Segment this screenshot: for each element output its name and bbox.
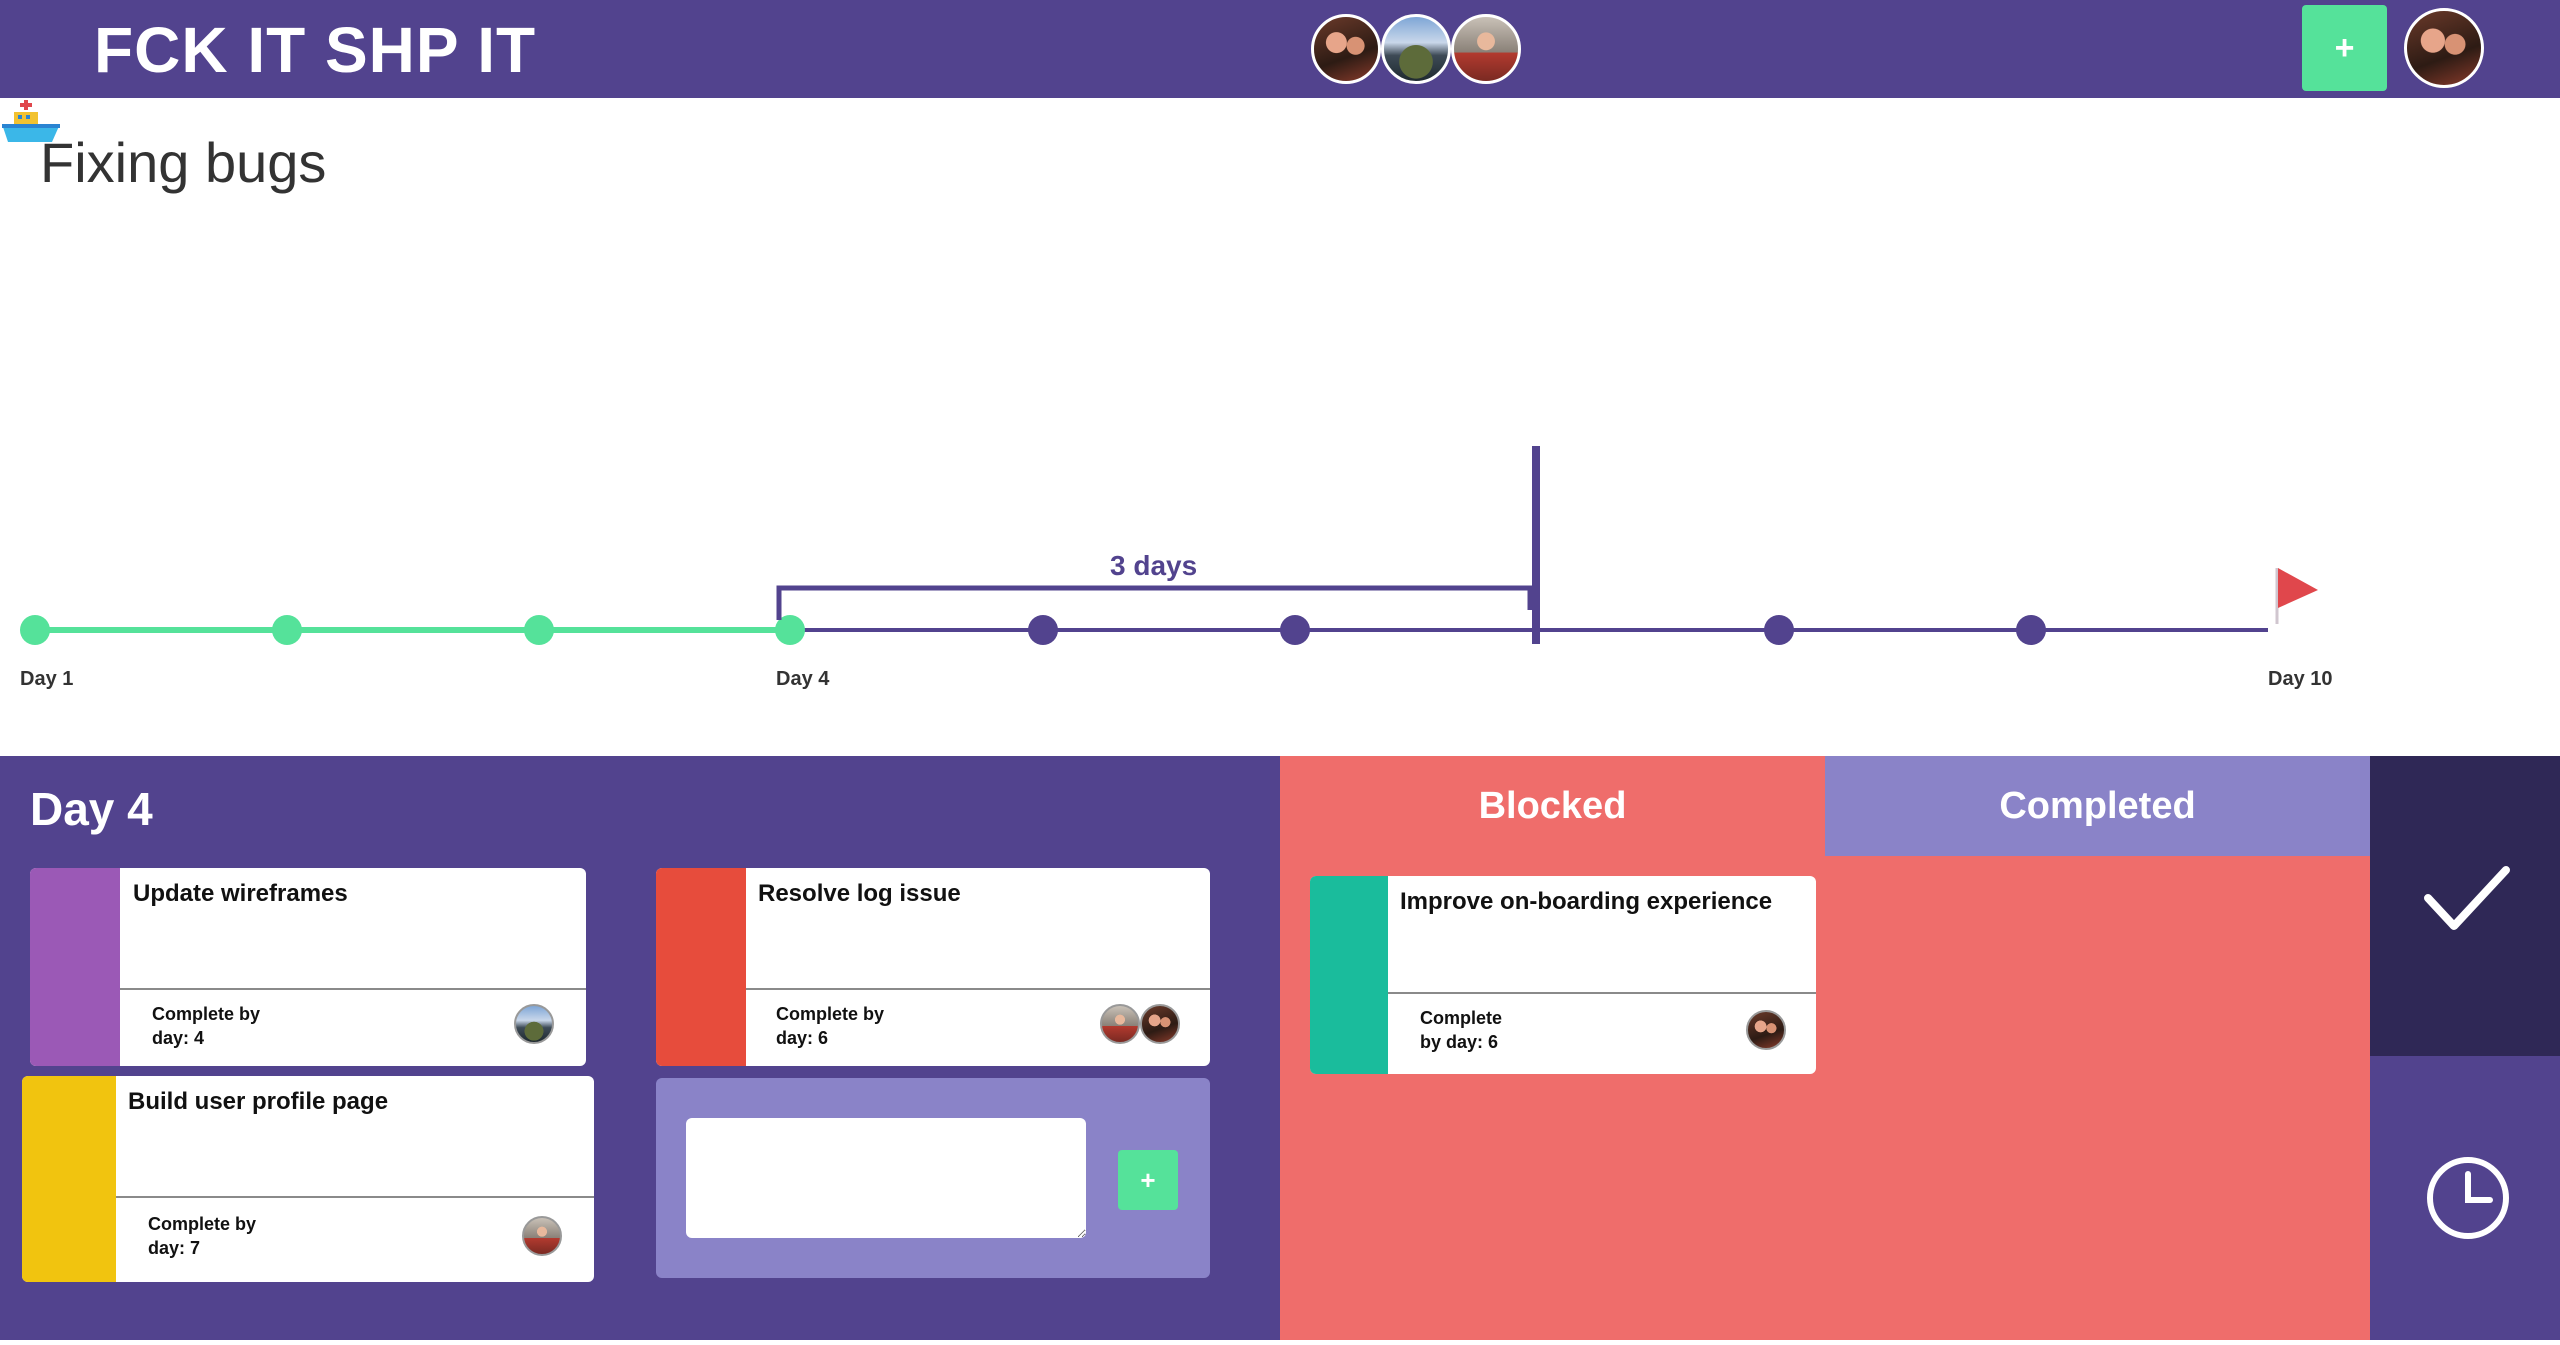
clock-icon — [2427, 1157, 2509, 1239]
task-due-line: Complete — [1420, 1008, 1503, 1028]
task-due-line: by day: 6 — [1420, 1032, 1499, 1052]
timeline-end-label: Day 10 — [2268, 668, 2333, 690]
add-task-button[interactable]: + — [1118, 1150, 1178, 1210]
top-bar: FCK IT SHP IT + — [0, 0, 2560, 98]
task-card[interactable]: Resolve log issue Complete by day: 6 — [656, 868, 1210, 1066]
timeline-current-label: Day 4 — [776, 668, 830, 690]
timeline-day-dot[interactable] — [20, 615, 50, 645]
new-task-form: + — [656, 1078, 1210, 1278]
timeline-start-label: Day 1 — [20, 668, 74, 690]
span-label: 3 days — [1110, 550, 1198, 581]
task-title: Build user profile page — [128, 1088, 389, 1115]
history-button[interactable] — [2370, 1056, 2560, 1340]
assignee-avatar[interactable] — [1100, 1004, 1140, 1044]
timeline: Day 1 Day 4 Day 10 3 days — [0, 98, 2560, 756]
tab-blocked[interactable]: Blocked — [1280, 756, 1825, 856]
task-due-line: Complete by — [152, 1004, 261, 1024]
timeline-day-dot[interactable] — [2016, 615, 2046, 645]
assignee-avatar[interactable] — [522, 1216, 562, 1256]
task-due-line: day: 4 — [152, 1028, 205, 1048]
span-bracket — [776, 585, 1533, 620]
task-title: Improve on-boarding experience — [1400, 888, 1773, 915]
add-project-button[interactable]: + — [2302, 5, 2387, 91]
task-title: Update wireframes — [133, 880, 348, 907]
status-panel: Blocked Completed Improve on-boarding ex… — [1280, 756, 2370, 1340]
tab-completed[interactable]: Completed — [1825, 756, 2370, 856]
task-card[interactable]: Improve on-boarding experience Complete … — [1310, 876, 1816, 1074]
app-logo[interactable]: FCK IT SHP IT — [94, 14, 536, 86]
card-divider — [120, 988, 586, 990]
timeline-day-dot[interactable] — [1764, 615, 1794, 645]
day-title: Day 4 — [30, 783, 153, 835]
task-due: Complete by day: 6 — [1420, 1006, 1502, 1054]
task-title: Resolve log issue — [758, 880, 961, 907]
ship-icon — [2, 100, 60, 142]
assignee-avatar[interactable] — [1746, 1010, 1786, 1050]
task-due: Complete by day: 6 — [776, 1002, 884, 1050]
task-due-line: Complete by — [148, 1214, 257, 1234]
member-avatar[interactable] — [1381, 14, 1451, 84]
card-divider — [1388, 992, 1816, 994]
member-avatar[interactable] — [1451, 14, 1521, 84]
member-avatar[interactable] — [1311, 14, 1381, 84]
user-avatar[interactable] — [2404, 8, 2484, 88]
new-task-input[interactable] — [686, 1118, 1086, 1238]
task-card[interactable]: Update wireframes Complete by day: 4 — [30, 868, 586, 1066]
day-panel: Day 4 Update wireframes Complete by day:… — [0, 756, 1280, 1340]
card-divider — [116, 1196, 594, 1198]
timeline-day-dot[interactable] — [272, 615, 302, 645]
timeline-day-dot[interactable] — [1280, 615, 1310, 645]
task-due-line: day: 6 — [776, 1028, 829, 1048]
timeline-day-dot[interactable] — [1028, 615, 1058, 645]
timeline-graphic — [20, 446, 2318, 645]
task-color-stripe — [22, 1076, 116, 1282]
task-card[interactable]: Build user profile page Complete by day:… — [22, 1076, 594, 1282]
task-due: Complete by day: 4 — [152, 1002, 260, 1050]
check-icon — [2424, 866, 2510, 930]
finish-flag-icon — [2278, 568, 2318, 608]
mark-complete-button[interactable] — [2370, 756, 2560, 1056]
task-color-stripe — [656, 868, 746, 1066]
task-color-stripe — [1310, 876, 1388, 1074]
card-divider — [746, 988, 1210, 990]
task-due-line: day: 7 — [148, 1238, 201, 1258]
task-due: Complete by day: 7 — [148, 1212, 256, 1260]
assignee-avatar[interactable] — [1140, 1004, 1180, 1044]
task-due-line: Complete by — [776, 1004, 885, 1024]
timeline-day-dot[interactable] — [524, 615, 554, 645]
task-color-stripe — [30, 868, 120, 1066]
assignee-avatar[interactable] — [514, 1004, 554, 1044]
